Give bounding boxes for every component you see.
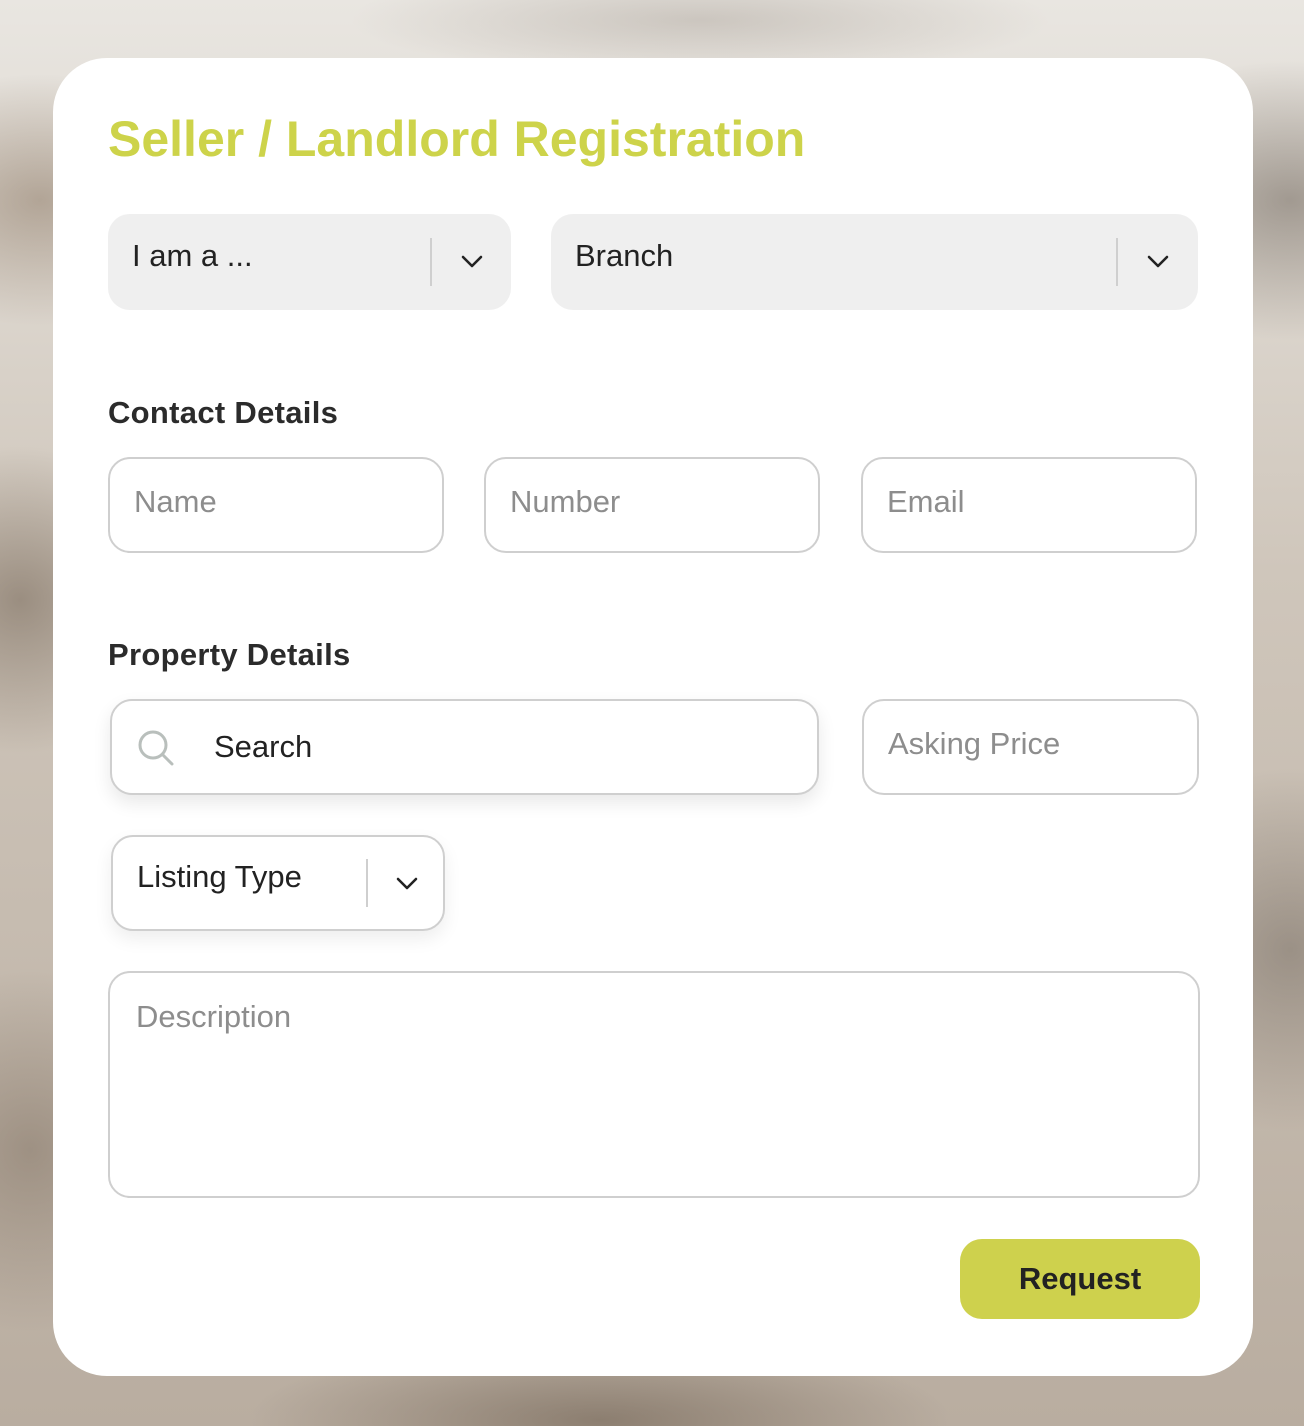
number-field-wrapper	[484, 457, 820, 553]
listing-type-value: Listing Type	[137, 859, 302, 894]
asking-price-wrapper	[862, 699, 1199, 795]
chevron-down-icon	[1147, 255, 1169, 268]
email-field-wrapper	[861, 457, 1197, 553]
chevron-down-icon	[396, 877, 418, 890]
request-button[interactable]: Request	[960, 1239, 1200, 1319]
chevron-down-icon	[461, 255, 483, 268]
number-field[interactable]	[486, 459, 818, 551]
select-divider	[366, 859, 368, 907]
select-divider	[430, 238, 432, 286]
property-details-heading: Property Details	[108, 637, 351, 672]
branch-select-value: Branch	[575, 238, 674, 273]
email-field[interactable]	[863, 459, 1195, 551]
listing-type-select[interactable]: Listing Type	[111, 835, 445, 931]
name-field[interactable]	[110, 459, 442, 551]
role-select-value: I am a ...	[132, 238, 253, 273]
contact-details-heading: Contact Details	[108, 395, 339, 430]
description-wrapper	[108, 971, 1200, 1198]
role-select[interactable]: I am a ...	[108, 214, 511, 310]
description-field[interactable]	[110, 973, 1198, 1196]
property-search-wrapper	[110, 699, 819, 795]
select-divider	[1116, 238, 1118, 286]
asking-price-field[interactable]	[864, 701, 1197, 793]
property-search-input[interactable]	[112, 701, 817, 793]
name-field-wrapper	[108, 457, 444, 553]
page-title: Seller / Landlord Registration	[108, 111, 806, 167]
registration-card: Seller / Landlord Registration I am a ..…	[53, 58, 1253, 1376]
branch-select[interactable]: Branch	[551, 214, 1198, 310]
